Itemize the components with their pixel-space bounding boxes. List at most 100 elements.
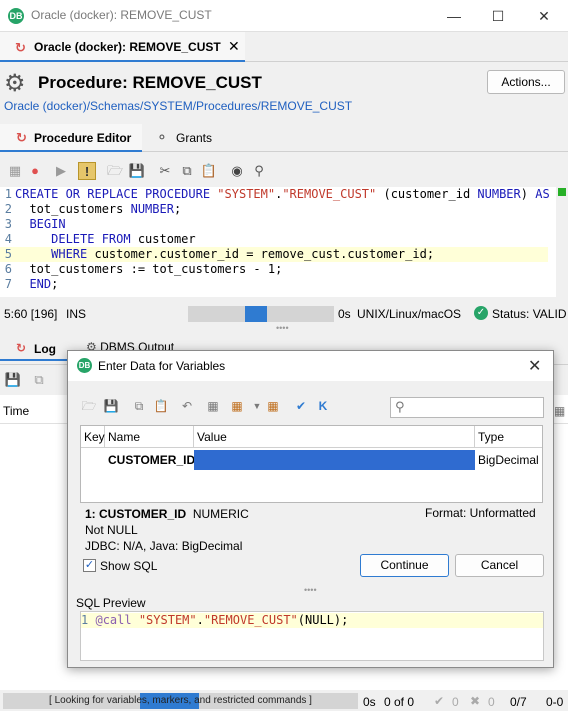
paste-icon[interactable]: 📋 <box>200 162 218 180</box>
column-header-name[interactable]: Name <box>105 426 194 448</box>
copy-icon[interactable]: ⧉ <box>30 371 48 389</box>
code-token: tot_customers <box>15 202 131 216</box>
statement-ratio: 0/7 <box>510 695 527 709</box>
code-token: CREATE OR REPLACE PROCEDURE <box>15 187 218 201</box>
dbeaver-icon: DB <box>77 358 92 373</box>
column-header-type[interactable]: Type <box>475 426 542 448</box>
code-token: END <box>15 277 52 291</box>
code-editor[interactable]: 1 CREATE OR REPLACE PROCEDURE "SYSTEM"."R… <box>0 187 556 297</box>
table-cell-key[interactable] <box>81 450 105 470</box>
cancel-button[interactable]: Cancel <box>455 554 544 577</box>
save-icon[interactable]: 💾 <box>4 371 22 389</box>
object-header: ⚙ Procedure: REMOVE_CUST Actions... Orac… <box>0 62 568 120</box>
table-cell-value[interactable] <box>194 450 475 470</box>
code-line[interactable]: 5 WHERE customer.customer_id = remove_cu… <box>0 247 548 262</box>
cut-icon[interactable]: ✂ <box>156 162 174 180</box>
table-cell-type[interactable]: BigDecimal <box>475 450 542 470</box>
save-icon[interactable]: 💾 <box>128 162 146 180</box>
error-count: 0 <box>488 695 495 709</box>
search-input[interactable]: ⚲ <box>390 397 544 418</box>
line-ending: UNIX/Linux/macOS <box>357 307 462 321</box>
grid-refresh-icon[interactable]: ▦ <box>264 397 282 415</box>
exec-timer: 0s <box>363 695 376 709</box>
open-folder-icon[interactable]: 🗁 <box>80 397 98 415</box>
dialog-titlebar: DB Enter Data for Variables ✕ <box>68 351 553 381</box>
copy-icon[interactable]: ⧉ <box>130 397 148 415</box>
tab-procedure-editor[interactable]: ↻ Procedure Editor <box>0 124 142 152</box>
dialog-title: Enter Data for Variables <box>98 359 226 373</box>
code-token: "REMOVE_CUST" <box>282 187 377 201</box>
variables-table: Key Name Value Type CUSTOMER_ID BigDecim… <box>80 425 543 503</box>
code-token: NUMBER <box>477 187 521 201</box>
stop-icon[interactable]: ● <box>26 162 44 180</box>
editor-tab-label: Oracle (docker): REMOVE_CUST <box>34 40 221 54</box>
line-number: 6 <box>4 262 12 276</box>
sql-preview-editor[interactable]: 1 @call "SYSTEM"."REMOVE_CUST"(NULL); <box>80 611 544 661</box>
parse-progress: [ Looking for variables, markers, and re… <box>3 693 358 709</box>
grid-settings-icon[interactable]: ▦ <box>228 397 246 415</box>
grid-icon[interactable]: ▦ <box>204 397 222 415</box>
breadcrumb[interactable]: Oracle (docker)/Schemas/SYSTEM/Procedure… <box>4 99 352 113</box>
execute-icon[interactable]: ▦ <box>6 162 24 180</box>
code-token: DELETE FROM <box>15 232 138 246</box>
variables-dialog: DB Enter Data for Variables ✕ 🗁 💾 ⧉ 📋 ↶ … <box>67 350 554 668</box>
no-errors-marker <box>558 188 566 196</box>
resize-handle[interactable]: •••• <box>276 323 289 333</box>
table-cell-name[interactable]: CUSTOMER_ID <box>105 450 195 470</box>
line-number: 1 <box>4 187 12 201</box>
time-column-header[interactable]: Time <box>3 404 29 418</box>
info-jdbc: JDBC: N/A, Java: BigDecimal <box>85 539 243 553</box>
undo-icon[interactable]: ↶ <box>178 397 196 415</box>
active-tab-indicator <box>0 359 68 361</box>
page-title: Procedure: REMOVE_CUST <box>38 73 262 92</box>
column-header-key[interactable]: Key <box>81 426 105 448</box>
parse-status-text: [ Looking for variables, markers, and re… <box>49 695 312 706</box>
close-icon[interactable]: ✕ <box>528 356 541 376</box>
find-replace-icon[interactable]: ⚲ <box>250 162 268 180</box>
code-line[interactable]: 4 DELETE FROM customer <box>0 232 548 247</box>
tab-label: Grants <box>176 131 213 145</box>
open-folder-icon[interactable]: 🗁 <box>106 162 124 180</box>
show-sql-checkbox[interactable]: ✓ <box>83 559 96 572</box>
minimize-button[interactable]: — <box>440 4 468 28</box>
paste-icon[interactable]: 📋 <box>152 397 170 415</box>
back-icon[interactable]: K <box>314 397 332 415</box>
sub-tabs: ↻ Procedure Editor ⚬ Grants <box>0 124 568 152</box>
close-window-button[interactable]: ✕ <box>530 4 558 28</box>
info-type: NUMERIC <box>192 507 249 521</box>
code-line[interactable]: 7 END; <box>0 277 548 292</box>
grants-icon: ⚬ <box>156 129 168 145</box>
insert-mode: INS <box>66 307 87 321</box>
code-token: BEGIN <box>15 217 66 231</box>
warning-icon[interactable]: ! <box>78 162 96 180</box>
table-icon[interactable]: ▦ <box>554 404 565 418</box>
code-line[interactable]: 6 tot_customers := tot_customers - 1; <box>0 262 548 277</box>
resize-handle[interactable]: •••• <box>304 585 317 595</box>
window-title: Oracle (docker): REMOVE_CUST <box>31 8 212 22</box>
copy-icon[interactable]: ⧉ <box>178 162 196 180</box>
find-icon[interactable]: ◉ <box>228 162 246 180</box>
code-line[interactable]: 2 tot_customers NUMBER; <box>0 202 548 217</box>
run-icon[interactable]: ▶ <box>52 162 70 180</box>
close-tab-icon[interactable]: ✕ <box>228 38 240 55</box>
exec-timer: 0s <box>338 307 351 321</box>
check-icon[interactable]: ✔ <box>292 397 310 415</box>
code-token: customer <box>137 232 196 246</box>
sql-preview-label: SQL Preview <box>76 596 146 610</box>
tab-label: Log <box>34 342 56 356</box>
maximize-button[interactable]: ☐ <box>484 4 512 28</box>
format-label[interactable]: Format: Unformatted <box>425 506 536 520</box>
check-icon: ✓ <box>474 306 488 320</box>
code-line[interactable]: 3 BEGIN <box>0 217 548 232</box>
save-icon[interactable]: 💾 <box>102 397 120 415</box>
editor-tab[interactable]: ↻ Oracle (docker): REMOVE_CUST ✕ <box>0 32 245 62</box>
warning-count: 0 <box>452 695 459 709</box>
code-token: "SYSTEM" <box>217 187 276 201</box>
continue-button[interactable]: Continue <box>360 554 449 577</box>
column-header-value[interactable]: Value <box>194 426 475 448</box>
actions-button[interactable]: Actions... <box>487 70 565 94</box>
show-sql-label[interactable]: Show SQL <box>100 559 157 573</box>
code-line[interactable]: 1 CREATE OR REPLACE PROCEDURE "SYSTEM"."R… <box>0 187 550 202</box>
selection-range: 0-0 <box>546 695 564 709</box>
line-number: 3 <box>4 217 12 231</box>
